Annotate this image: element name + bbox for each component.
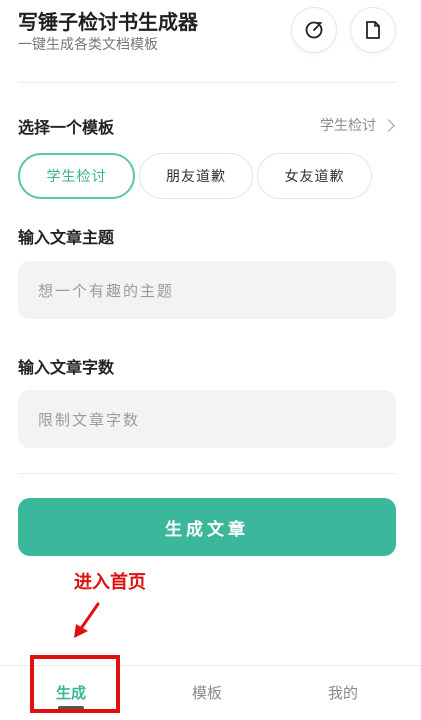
length-section-label: 输入文章字数	[18, 358, 115, 377]
topic-section-label: 输入文章主题	[18, 228, 115, 247]
topic-input[interactable]: 想一个有趣的主题	[18, 261, 396, 319]
chip-friend-apology[interactable]: 朋友道歉	[139, 153, 253, 199]
document-icon	[366, 21, 380, 39]
annotation-highlight-box	[30, 655, 120, 713]
app-title: 写锤子检讨书生成器	[18, 10, 198, 34]
chevron-right-icon	[382, 118, 395, 132]
template-selector[interactable]: 学生检讨	[320, 115, 395, 135]
generate-button[interactable]: 生成文章	[18, 498, 396, 556]
topic-placeholder: 想一个有趣的主题	[38, 281, 175, 300]
document-button[interactable]	[351, 8, 395, 52]
header-divider	[18, 82, 397, 83]
template-section-label: 选择一个模板	[18, 118, 115, 137]
timer-icon	[305, 21, 323, 39]
annotation-arrow-icon	[74, 602, 100, 638]
chip-student-review[interactable]: 学生检讨	[18, 153, 135, 199]
tab-templates[interactable]: 模板	[192, 682, 222, 703]
timer-button[interactable]	[292, 8, 336, 52]
length-placeholder: 限制文章字数	[38, 410, 141, 429]
form-divider	[18, 473, 397, 474]
selected-template-label: 学生检讨	[320, 118, 376, 134]
length-input[interactable]: 限制文章字数	[18, 390, 396, 448]
tab-mine[interactable]: 我的	[328, 682, 358, 703]
chip-girlfriend-apology[interactable]: 女友道歉	[257, 153, 372, 199]
app-subtitle: 一键生成各类文档模板	[18, 37, 158, 53]
annotation-text: 进入首页	[74, 572, 146, 593]
